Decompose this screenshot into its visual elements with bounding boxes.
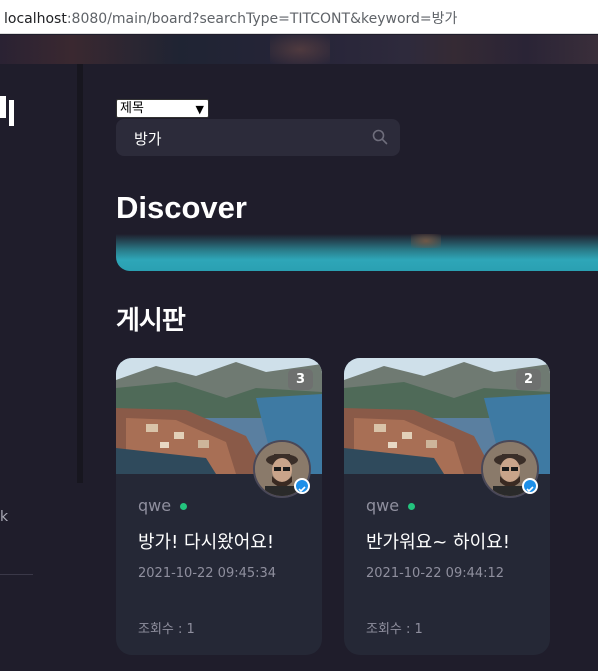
board-heading: 게시판 (116, 306, 186, 336)
search-keyword: 방가 (134, 130, 162, 148)
card-views: 조회수 : 1 (366, 622, 423, 637)
search-type-select[interactable]: 제목 ▼ (116, 99, 209, 118)
search-input[interactable]: 방가 (116, 119, 400, 156)
sidebar-item-label[interactable]: k (0, 509, 8, 525)
board-card[interactable]: 3 qwe 방가! 다시왔어요! 2021-10-22 09:45:34 조회수… (116, 358, 322, 655)
url-path: :8080/main/board?searchType=TITCONT&keyw… (66, 11, 458, 27)
card-title[interactable]: 방가! 다시왔어요! (138, 528, 274, 554)
sidebar-divider (77, 64, 83, 483)
card-date: 2021-10-22 09:44:12 (366, 566, 505, 581)
sidebar (0, 64, 77, 671)
discover-banner[interactable] (116, 234, 598, 271)
chevron-down-icon: ▼ (195, 103, 204, 116)
logo-bar (0, 96, 6, 118)
search-type-value: 제목 (120, 101, 144, 116)
discover-heading: Discover (116, 190, 247, 225)
online-status-dot (408, 503, 415, 510)
verified-check-icon (294, 478, 310, 494)
banner-detail (411, 234, 441, 248)
logo-bar (9, 100, 14, 126)
browser-address-bar[interactable]: localhost:8080/main/board?searchType=TIT… (0, 0, 598, 34)
app-logo[interactable] (0, 96, 16, 130)
card-date: 2021-10-22 09:45:34 (138, 566, 277, 581)
card-title[interactable]: 반가워요~ 하이요! (366, 528, 510, 554)
url-text[interactable]: localhost:8080/main/board?searchType=TIT… (4, 8, 457, 28)
comment-count-badge: 3 (288, 369, 313, 390)
card-author[interactable]: qwe (138, 496, 171, 515)
card-views: 조회수 : 1 (138, 622, 195, 637)
card-author[interactable]: qwe (366, 496, 399, 515)
board-card[interactable]: 2 qwe 반가워요~ 하이요! 2021-10-22 09:44:12 조회수… (344, 358, 550, 655)
header-banner-image (0, 35, 598, 64)
verified-check-icon (522, 478, 538, 494)
online-status-dot (180, 503, 187, 510)
sidebar-separator (0, 574, 33, 575)
search-icon[interactable] (372, 129, 388, 145)
comment-count-badge: 2 (516, 369, 541, 390)
url-host: localhost (4, 11, 67, 27)
